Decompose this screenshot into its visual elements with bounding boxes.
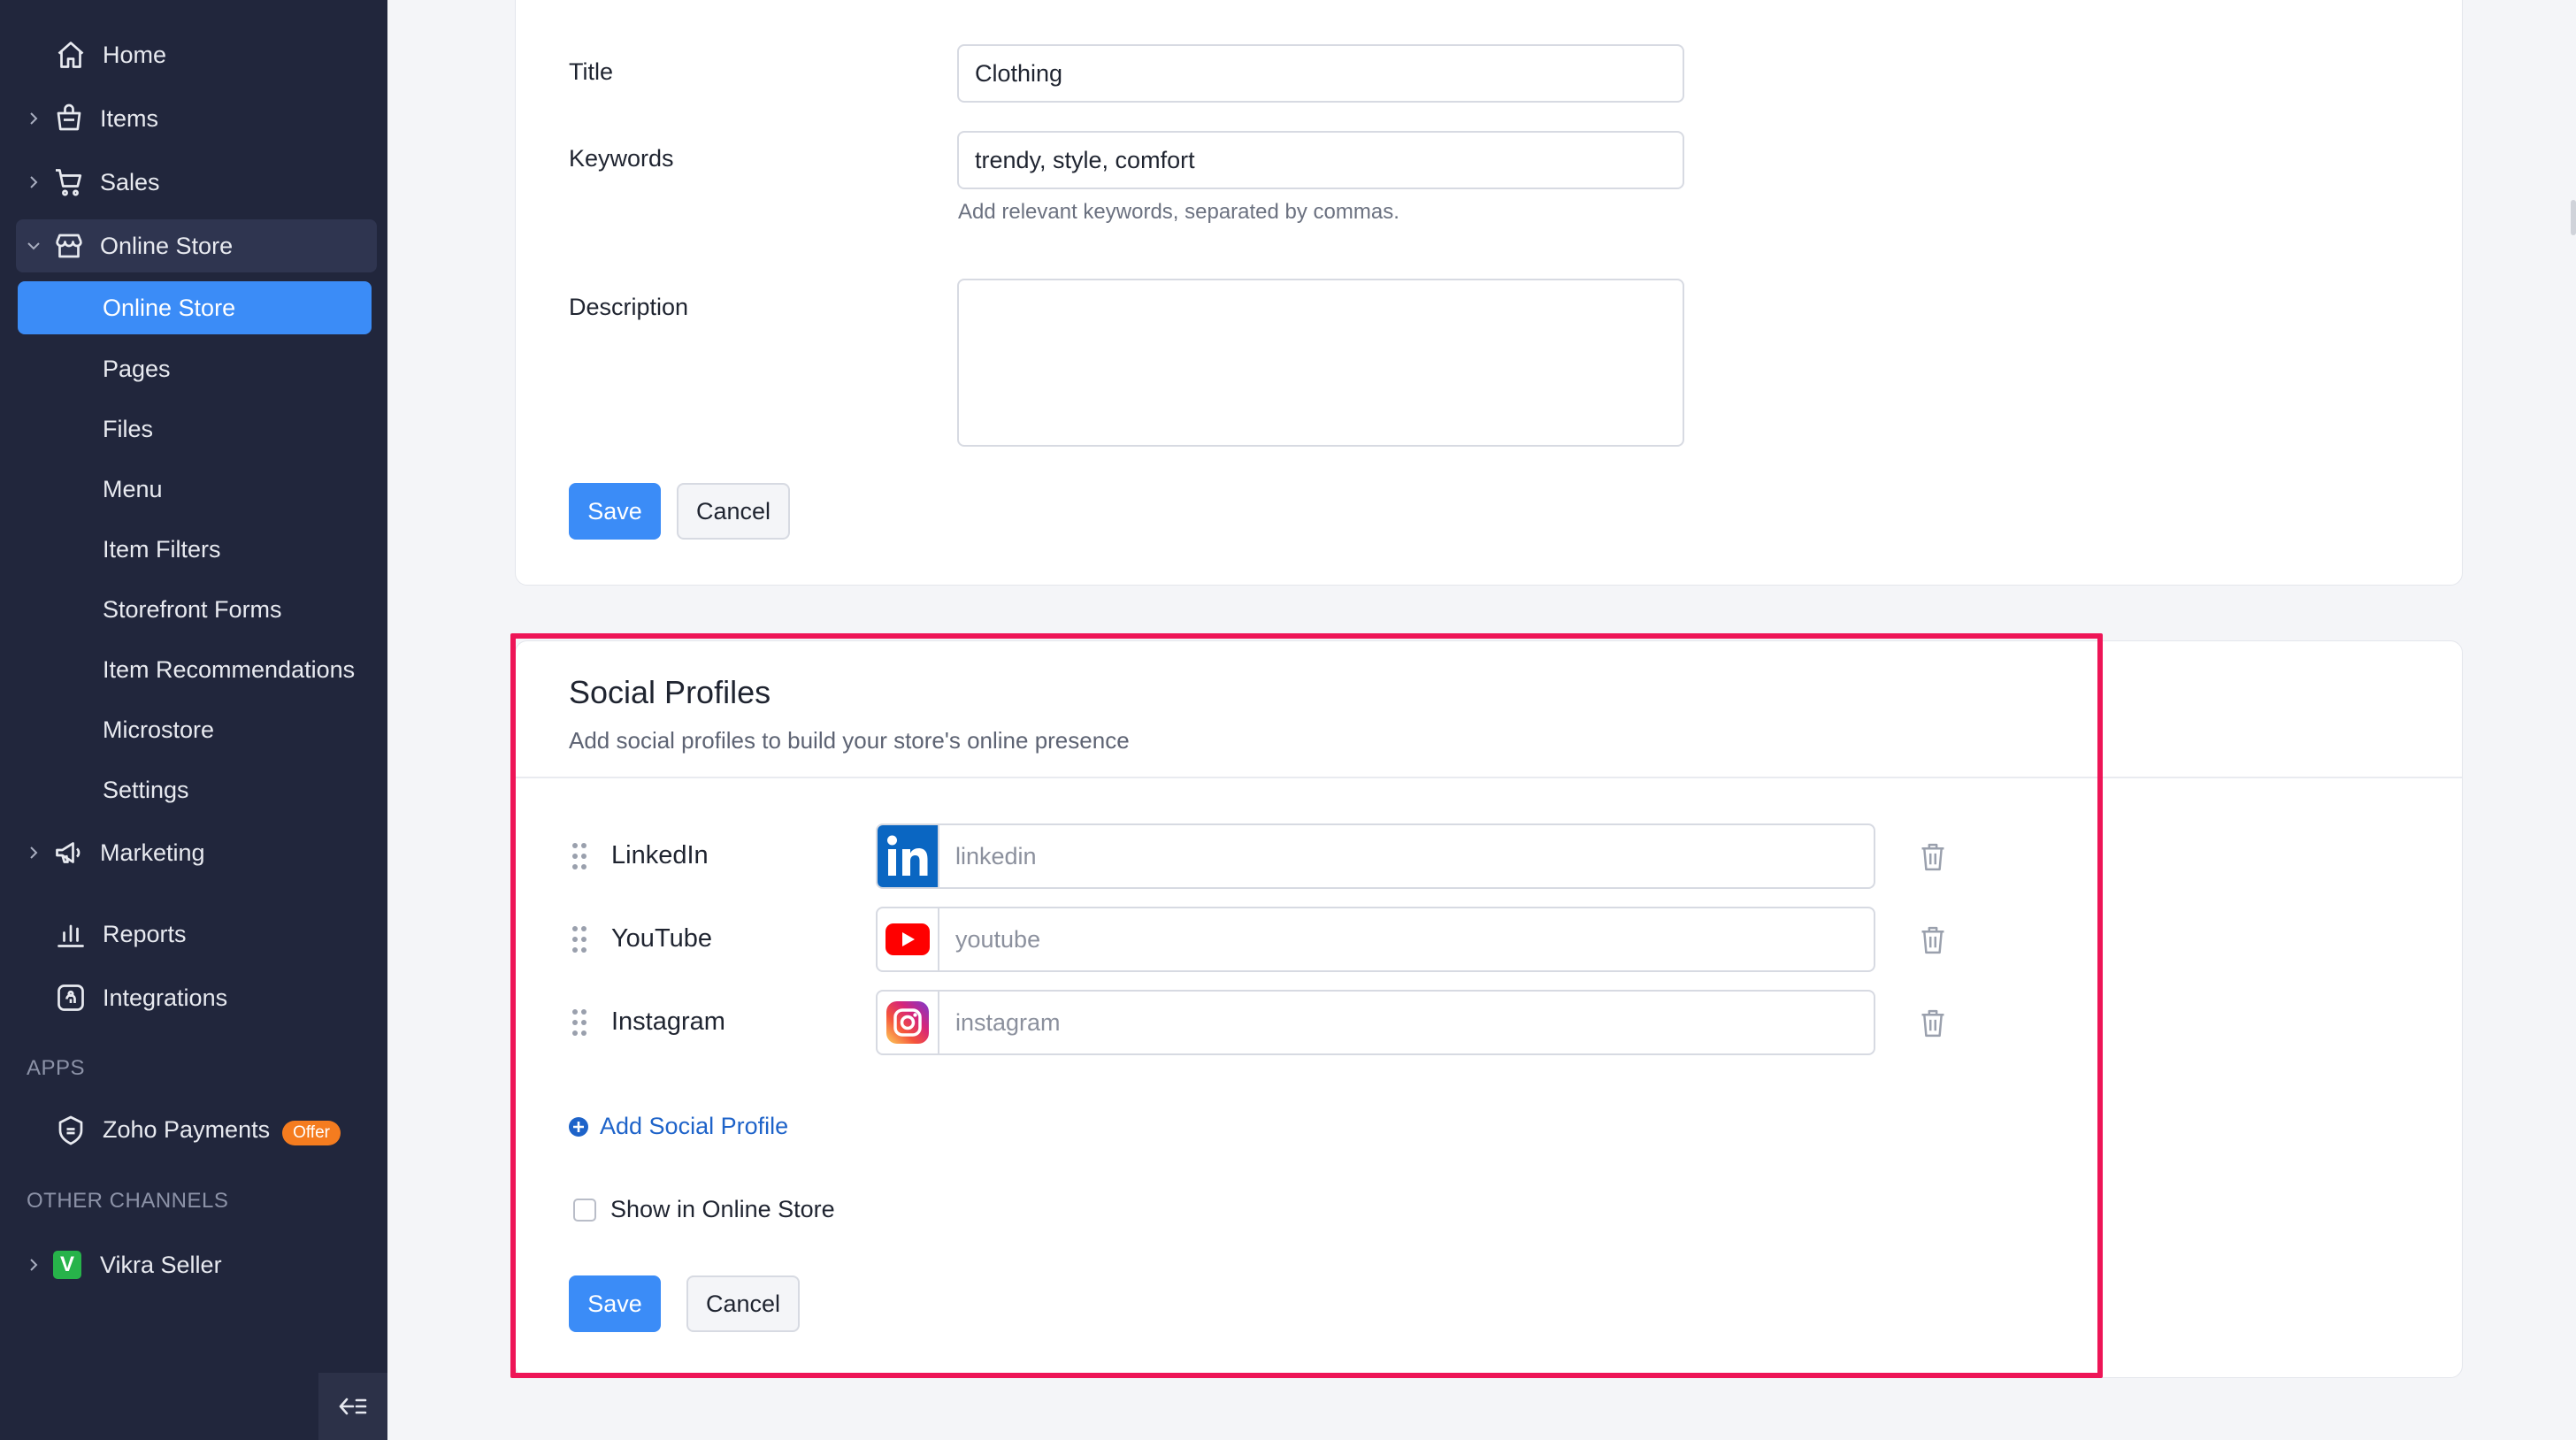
chevron-right-icon [30,112,38,125]
trash-icon[interactable] [1918,924,1948,956]
sidebar-item-label: Vikra Seller [100,1251,222,1278]
vikra-logo-icon: V [53,1251,81,1279]
sidebar-subitem-files[interactable]: Files [103,407,153,451]
youtube-logo-icon [878,908,939,970]
sidebar-item-label: Sales [100,168,160,195]
cart-icon [56,169,82,196]
sidebar-item-items[interactable]: Items [0,92,387,145]
drag-handle-icon[interactable] [570,924,589,954]
sidebar-item-home[interactable]: Home [0,28,387,81]
add-social-profile-label: Add Social Profile [600,1113,789,1139]
profile-placeholder: linkedin [955,843,1037,869]
profile-name: Instagram [611,1007,725,1036]
title-input[interactable]: Clothing [957,44,1684,103]
profile-placeholder: youtube [955,926,1041,953]
instagram-url-input[interactable]: instagram [876,990,1875,1055]
linkedin-url-input[interactable]: linkedin [876,823,1875,889]
scrollbar-thumb[interactable] [2571,200,2576,235]
drag-handle-icon[interactable] [570,841,589,871]
social-cancel-button[interactable]: Cancel [686,1275,800,1332]
plus-circle-icon [569,1116,588,1137]
sidebar-subitem-microstore[interactable]: Microstore [103,708,214,752]
profile-name: YouTube [611,924,712,953]
section-divider [516,777,2462,778]
description-textarea[interactable] [957,279,1684,447]
seo-save-button[interactable]: Save [569,483,661,540]
social-profile-row-youtube: YouTube youtube [0,907,2576,974]
social-profiles-subtitle: Add social profiles to build your store'… [569,727,1130,754]
chevron-right-icon [30,176,38,188]
sidebar-item-online-store[interactable]: Online Store [16,219,377,272]
profile-placeholder: instagram [955,1009,1061,1036]
profile-name: LinkedIn [611,841,709,869]
seo-cancel-button[interactable]: Cancel [677,483,790,540]
sidebar-item-label: Online Store [100,232,234,259]
sidebar-subitem-item-recommendations[interactable]: Item Recommendations [103,647,355,692]
add-social-profile-link[interactable]: Add Social Profile [568,1113,788,1140]
sidebar-item-vikra-seller[interactable]: V Vikra Seller [0,1238,387,1291]
other-channels-heading: OTHER CHANNELS [27,1189,229,1213]
title-label: Title [569,58,614,85]
sidebar-item-label: Items [100,104,159,132]
show-in-store-checkbox[interactable] [573,1198,596,1222]
linkedin-logo-icon [878,825,939,887]
collapse-sidebar-icon [339,1398,367,1415]
sidebar-item-label: Home [103,41,167,68]
sidebar-subitem-menu[interactable]: Menu [103,467,163,511]
sidebar-subitem-item-filters[interactable]: Item Filters [103,527,221,571]
apps-heading: APPS [27,1056,86,1080]
show-in-store-option[interactable]: Show in Online Store [573,1196,835,1223]
show-in-store-label: Show in Online Store [610,1196,835,1222]
social-profiles-title: Social Profiles [569,674,771,710]
chevron-down-icon [27,242,40,250]
sidebar-subitem-pages[interactable]: Pages [103,347,171,391]
trash-icon[interactable] [1918,841,1948,873]
sidebar-item-zoho-payments[interactable]: Zoho Payments Offer [0,1104,387,1157]
trash-icon[interactable] [1918,1007,1948,1039]
sidebar-subitem-storefront-forms[interactable]: Storefront Forms [103,587,282,632]
sidebar-item-sales[interactable]: Sales [0,156,387,209]
social-save-button[interactable]: Save [569,1275,661,1332]
sidebar-subitem-online-store[interactable]: Online Store [18,281,372,334]
sidebar-subitem-settings[interactable]: Settings [103,768,189,812]
instagram-logo-icon [878,992,939,1053]
chevron-right-icon [30,1259,38,1271]
social-profile-row-instagram: Instagram instagram [0,990,2576,1057]
social-profile-row-linkedin: LinkedIn linkedin [0,823,2576,891]
description-label: Description [569,294,689,320]
sidebar: Home Items Sales Online Store Online Sto… [0,0,387,1440]
sidebar-item-label: Zoho Payments [103,1115,271,1143]
basket-icon [57,103,81,131]
payments-shield-icon [58,1115,83,1145]
keywords-label: Keywords [569,145,674,172]
zoho-payments-wrap: Zoho Payments Offer [103,1116,341,1145]
home-icon [58,42,84,68]
store-icon [56,234,82,258]
collapse-sidebar-button[interactable] [318,1373,387,1440]
keywords-input[interactable]: trendy, style, comfort [957,131,1684,189]
drag-handle-icon[interactable] [570,1007,589,1038]
keywords-helper-text: Add relevant keywords, separated by comm… [958,200,1399,224]
youtube-url-input[interactable]: youtube [876,907,1875,972]
offer-badge: Offer [282,1120,341,1145]
